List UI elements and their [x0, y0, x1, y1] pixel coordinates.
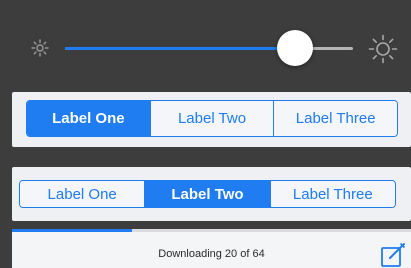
brightness-slider-row — [0, 22, 411, 78]
segmented-control-panel-two: Label One Label Two Label Three — [12, 167, 411, 221]
download-status-text: Downloading 20 of 64 — [158, 248, 265, 260]
sun-large-icon — [368, 34, 398, 64]
segment-label-two[interactable]: Label Two — [149, 101, 274, 136]
download-progress-bar — [12, 229, 411, 232]
compose-icon[interactable] — [379, 241, 407, 268]
segmented-control-one: Label One Label Two Label Three — [26, 100, 398, 137]
screen: Label One Label Two Label Three Label On… — [0, 0, 411, 268]
sun-small-icon — [31, 39, 49, 57]
download-progress-fill — [12, 229, 132, 232]
segmented-control-two: Label One Label Two Label Three — [19, 180, 396, 208]
segment-label-one[interactable]: Label One — [27, 101, 150, 136]
segment-label-three[interactable]: Label Three — [269, 181, 395, 207]
segmented-control-panel-one: Label One Label Two Label Three — [12, 92, 411, 147]
segment-label-three[interactable]: Label Three — [273, 101, 397, 136]
segment-label-one[interactable]: Label One — [20, 181, 145, 207]
download-toolbar: Downloading 20 of 64 — [12, 229, 411, 268]
brightness-slider-fill — [65, 47, 296, 50]
segment-label-two[interactable]: Label Two — [144, 181, 270, 207]
brightness-slider[interactable] — [65, 30, 353, 66]
brightness-slider-thumb[interactable] — [277, 30, 314, 66]
